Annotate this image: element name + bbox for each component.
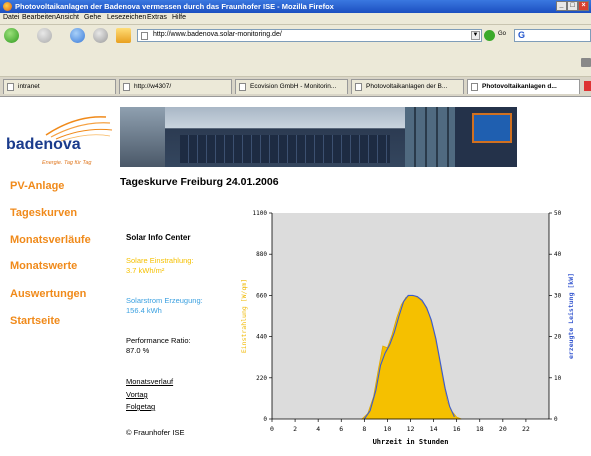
- menu-ansicht[interactable]: Ansicht: [56, 14, 79, 21]
- search-input[interactable]: G: [514, 29, 591, 42]
- go-icon[interactable]: [484, 30, 495, 41]
- tab-label: Photovoltaikanlagen d...: [482, 83, 557, 90]
- y-right-tick-label: 10: [554, 375, 562, 382]
- nav-auswertungen[interactable]: Auswertungen: [10, 288, 86, 300]
- tab-intranet[interactable]: intranet: [3, 79, 116, 94]
- back-icon[interactable]: [4, 28, 19, 43]
- x-tick-label: 4: [316, 425, 320, 433]
- close-window-button[interactable]: ×: [578, 1, 589, 11]
- page-title: Tageskurve Freiburg 24.01.2006: [120, 176, 279, 188]
- copyright: © Fraunhofer ISE: [126, 428, 185, 437]
- y-left-tick-label: 660: [256, 292, 267, 299]
- x-tick-label: 12: [407, 425, 415, 433]
- nav-monatswerte[interactable]: Monatswerte: [10, 260, 77, 272]
- y-right-tick-label: 20: [554, 334, 562, 341]
- nav-monatsverlaeufe[interactable]: Monatsverläufe: [10, 234, 91, 246]
- y-right-tick-label: 0: [554, 416, 558, 423]
- badenova-logo[interactable]: badenova Energie. Tag für Tag: [6, 113, 114, 173]
- production-label: Solarstrom Erzeugung:: [126, 296, 203, 305]
- tab-bar: intranet http://w4307/ Ecovision GmbH - …: [0, 77, 591, 97]
- go-label[interactable]: Go: [498, 31, 506, 37]
- window-titlebar: Photovoltaikanlagen der Badenova vermess…: [0, 0, 591, 13]
- x-axis-label: Uhrzeit in Stunden: [373, 438, 449, 446]
- x-tick-label: 16: [453, 425, 461, 433]
- menu-hilfe[interactable]: Hilfe: [172, 14, 186, 21]
- production-value: 156.4 kWh: [126, 306, 162, 315]
- page-icon: [239, 83, 246, 91]
- x-tick-label: 20: [499, 425, 507, 433]
- menu-lesezeichen[interactable]: Lesezeichen: [107, 14, 146, 21]
- home-icon[interactable]: [116, 28, 131, 43]
- y-left-tick-label: 440: [256, 334, 267, 341]
- performance-ratio-value: 87.0 %: [126, 346, 150, 355]
- daily-curve-chart: 0 2 4 6 8 10 12 14 16 18 20 22022044066088011000102…: [240, 210, 575, 446]
- link-folgetag[interactable]: Folgetag: [126, 402, 155, 412]
- header-banner-image: [120, 107, 517, 167]
- menu-bearbeiten[interactable]: Bearbeiten: [22, 14, 56, 21]
- x-tick-label: 0: [270, 425, 274, 433]
- bookmark-toolbar: [0, 46, 591, 77]
- info-heading: Solar Info Center: [126, 233, 191, 242]
- y-right-tick-label: 30: [554, 292, 562, 299]
- logo-name: badenova: [6, 136, 81, 153]
- tab-label: Photovoltaikanlagen der B...: [366, 83, 448, 90]
- url-text: http://www.badenova.solar-monitoring.de/: [153, 31, 282, 38]
- page-icon: [141, 32, 148, 40]
- menu-bar: Datei Bearbeiten Ansicht Gehe Lesezeiche…: [0, 13, 591, 25]
- close-tab-icon[interactable]: [584, 81, 591, 91]
- nav-pv-anlage[interactable]: PV-Anlage: [10, 180, 64, 192]
- tab-label: intranet: [18, 83, 40, 90]
- tab-w4307[interactable]: http://w4307/: [119, 79, 232, 94]
- logo-slogan: Energie. Tag für Tag: [42, 160, 92, 166]
- tab-photovoltaik-active[interactable]: Photovoltaikanlagen d...: [467, 79, 580, 94]
- y-right-tick-label: 40: [554, 251, 562, 258]
- x-tick-label: 14: [430, 425, 438, 433]
- window-title: Photovoltaikanlagen der Badenova vermess…: [15, 2, 334, 11]
- reload-icon[interactable]: [70, 28, 85, 43]
- y-left-tick-label: 0: [263, 416, 267, 423]
- minimize-button[interactable]: _: [556, 1, 567, 11]
- url-input[interactable]: http://www.badenova.solar-monitoring.de/…: [137, 29, 482, 42]
- x-tick-label: 8: [362, 425, 366, 433]
- irradiation-value: 3.7 kWh/m²: [126, 266, 165, 275]
- y-left-tick-label: 880: [256, 251, 267, 258]
- forward-icon[interactable]: [37, 28, 52, 43]
- irradiation-label: Solare Einstrahlung:: [126, 256, 194, 265]
- link-vortag[interactable]: Vortag: [126, 390, 148, 400]
- x-tick-label: 10: [384, 425, 392, 433]
- y-left-tick-label: 220: [256, 375, 267, 382]
- url-dropdown-icon[interactable]: ▼: [471, 31, 480, 40]
- performance-ratio-label: Performance Ratio:: [126, 336, 191, 345]
- firefox-icon: [3, 2, 12, 11]
- y-left-tick-label: 1100: [253, 210, 268, 217]
- google-icon: G: [518, 30, 526, 40]
- page-icon: [355, 83, 362, 91]
- nav-tageskurven[interactable]: Tageskurven: [10, 207, 77, 219]
- y-axis-right-label: erzeugte Leistung [kW]: [567, 273, 575, 359]
- nav-startseite[interactable]: Startseite: [10, 315, 60, 327]
- x-tick-label: 2: [293, 425, 297, 433]
- menu-gehe[interactable]: Gehe: [84, 14, 101, 21]
- stop-icon[interactable]: [93, 28, 108, 43]
- print-icon[interactable]: [581, 58, 591, 67]
- y-right-tick-label: 50: [554, 210, 562, 217]
- menu-datei[interactable]: Datei: [3, 14, 19, 21]
- y-axis-left-label: Einstrahlung [W/qm]: [240, 279, 248, 353]
- page-icon: [471, 83, 478, 91]
- tab-label: http://w4307/: [134, 83, 172, 90]
- navigation-toolbar: http://www.badenova.solar-monitoring.de/…: [0, 25, 591, 46]
- menu-extras[interactable]: Extras: [147, 14, 167, 21]
- x-tick-label: 6: [339, 425, 343, 433]
- maximize-button[interactable]: □: [567, 1, 578, 11]
- tab-ecovision[interactable]: Ecovision GmbH - Monitorin...: [235, 79, 348, 94]
- page-icon: [123, 83, 130, 91]
- tab-photovoltaik-1[interactable]: Photovoltaikanlagen der B...: [351, 79, 464, 94]
- page-icon: [7, 83, 14, 91]
- x-tick-label: 18: [476, 425, 484, 433]
- tab-label: Ecovision GmbH - Monitorin...: [250, 83, 337, 90]
- link-monatsverlauf[interactable]: Monatsverlauf: [126, 377, 173, 387]
- x-tick-label: 22: [522, 425, 530, 433]
